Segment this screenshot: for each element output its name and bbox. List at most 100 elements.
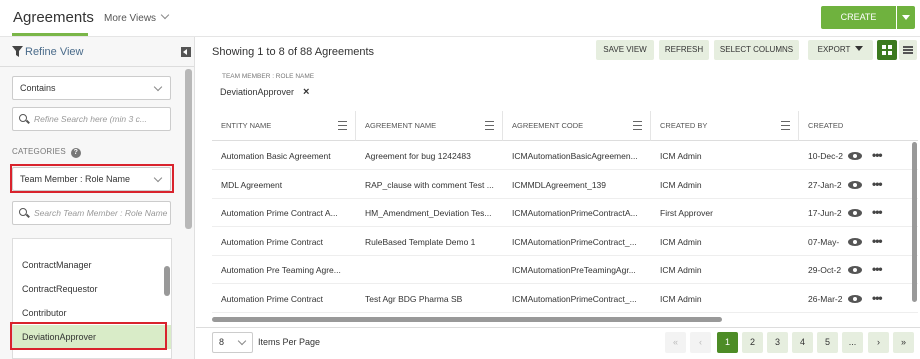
search-icon [19, 208, 27, 216]
items-per-page-select[interactable]: 8 [212, 332, 253, 353]
page-button[interactable]: 1 [717, 332, 738, 353]
page-button[interactable]: 2 [742, 332, 763, 353]
collapse-sidebar-icon[interactable] [181, 47, 191, 57]
more-views-label: More Views [104, 13, 157, 24]
search-icon [19, 114, 27, 122]
page-button[interactable]: 3 [767, 332, 788, 353]
table-cell: Test Agr BDG Pharma SB [356, 285, 503, 313]
table-cell: HM_Amendment_Deviation Tes... [356, 199, 503, 227]
table-cell: ICMAutomationBasicAgreemen... [503, 142, 651, 170]
view-icon[interactable] [848, 180, 862, 190]
column-header-entity-name[interactable]: ENTITY NAME [212, 111, 356, 141]
more-actions-icon[interactable]: ••• [872, 148, 883, 162]
operator-value: Contains [20, 83, 56, 93]
category-select[interactable]: Team Member : Role Name [12, 167, 171, 191]
more-actions-icon[interactable]: ••• [872, 234, 883, 248]
column-header-created-by[interactable]: CREATED BY [651, 111, 799, 141]
more-views-dropdown[interactable]: More Views [104, 10, 170, 24]
table-cell: First Approver [651, 199, 799, 227]
column-menu-icon[interactable] [633, 121, 642, 130]
view-icon[interactable] [848, 265, 862, 275]
column-header-agreement-code[interactable]: AGREEMENT CODE [503, 111, 651, 141]
column-header-label: ENTITY NAME [221, 121, 272, 130]
select-columns-button[interactable]: SELECT COLUMNS [714, 40, 799, 60]
create-dropdown-button[interactable] [897, 6, 915, 29]
table-cell: RuleBased Template Demo 1 [356, 228, 503, 256]
operator-select[interactable]: Contains [12, 76, 171, 100]
list-item[interactable]: ContractAdmin [13, 239, 171, 248]
list-item[interactable]: ContractRequestor [13, 277, 171, 301]
list-view-icon[interactable] [899, 40, 917, 60]
main-content: Showing 1 to 8 of 88 Agreements SAVE VIE… [196, 37, 920, 359]
more-actions-icon[interactable]: ••• [872, 177, 883, 191]
view-icon[interactable] [848, 208, 862, 218]
categories-text: CATEGORIES [12, 147, 66, 156]
result-count: Showing 1 to 8 of 88 Agreements [212, 46, 375, 58]
table-vertical-scrollbar[interactable] [912, 142, 917, 302]
chevron-down-icon [153, 173, 163, 183]
export-button[interactable]: EXPORT [808, 40, 873, 60]
more-actions-icon[interactable]: ••• [872, 262, 883, 276]
sidebar-scrollbar[interactable] [185, 69, 192, 229]
chevron-down-icon [153, 82, 163, 92]
column-menu-icon[interactable] [338, 121, 347, 130]
table-cell: ICM Admin [651, 285, 799, 313]
highlight-box [10, 322, 167, 350]
view-icon[interactable] [848, 237, 862, 247]
column-header-agreement-name[interactable]: AGREEMENT NAME [356, 111, 503, 141]
table-cell: Automation Basic Agreement [212, 142, 356, 170]
table-cell: Automation Prime Contract [212, 228, 356, 256]
caret-down-icon [855, 46, 864, 51]
page-ellipsis-button[interactable]: ... [842, 332, 863, 353]
category-value: Team Member : Role Name [20, 174, 131, 184]
refine-search-placeholder: Refine Search here (min 3 c... [34, 114, 147, 124]
refresh-button[interactable]: REFRESH [659, 40, 709, 60]
category-search-placeholder: Search Team Member : Role Name [34, 208, 168, 218]
page-title: Agreements [13, 9, 94, 26]
agreements-table: ENTITY NAME AGREEMENT NAME AGREEMENT COD… [212, 111, 918, 321]
save-view-button[interactable]: SAVE VIEW [596, 40, 654, 60]
view-icon[interactable] [848, 294, 862, 304]
first-page-button[interactable]: « [665, 332, 686, 353]
next-page-button[interactable]: › [868, 332, 889, 353]
table-cell: ICMAutomationPreTeamingAgr... [503, 256, 651, 284]
remove-filter-icon[interactable]: × [303, 86, 309, 98]
table-horizontal-scrollbar[interactable] [212, 317, 722, 322]
filter-tag-value: DeviationApprover [220, 87, 295, 97]
items-per-page-value: 8 [219, 337, 225, 347]
table-cell: Automation Prime Contract [212, 285, 356, 313]
table-cell: ICM Admin [651, 171, 799, 199]
view-icon[interactable] [848, 151, 862, 161]
page-button[interactable]: 4 [792, 332, 813, 353]
last-page-button[interactable]: » [893, 332, 914, 353]
column-header-label: AGREEMENT NAME [365, 121, 437, 130]
table-cell: Agreement for bug 1242483 [356, 142, 503, 170]
previous-page-button[interactable]: ‹ [690, 332, 711, 353]
create-button[interactable]: CREATE [821, 6, 896, 29]
title-underline [12, 33, 88, 36]
pagination-footer: 8 Items Per Page « ‹ 1 2 3 4 5 ... › » [196, 327, 920, 359]
column-header-label: CREATED [808, 121, 844, 130]
category-search-input[interactable]: Search Team Member : Role Name [12, 201, 171, 225]
table-cell: ICM Admin [651, 142, 799, 170]
values-scrollbar[interactable] [164, 266, 170, 296]
more-actions-icon[interactable]: ••• [872, 291, 883, 305]
column-header-label: CREATED BY [660, 121, 708, 130]
list-item[interactable]: ContractManager [13, 253, 171, 277]
items-per-page-label: Items Per Page [258, 337, 321, 347]
table-cell: MDL Agreement [212, 171, 356, 199]
grid-view-icon[interactable] [877, 40, 897, 60]
table-cell: ICM Admin [651, 256, 799, 284]
column-menu-icon[interactable] [781, 121, 790, 130]
column-menu-icon[interactable] [485, 121, 494, 130]
column-header-label: AGREEMENT CODE [512, 121, 584, 130]
table-cell: ICMAutomationPrimeContractA... [503, 199, 651, 227]
help-icon[interactable]: ? [70, 148, 81, 158]
table-cell: ICMAutomationPrimeContract_... [503, 228, 651, 256]
page-button[interactable]: 5 [817, 332, 838, 353]
column-header-created[interactable]: CREATED [799, 111, 918, 141]
export-label: EXPORT [817, 45, 851, 54]
chevron-down-icon [160, 10, 170, 20]
refine-search-input[interactable]: Refine Search here (min 3 c... [12, 107, 171, 131]
more-actions-icon[interactable]: ••• [872, 205, 883, 219]
